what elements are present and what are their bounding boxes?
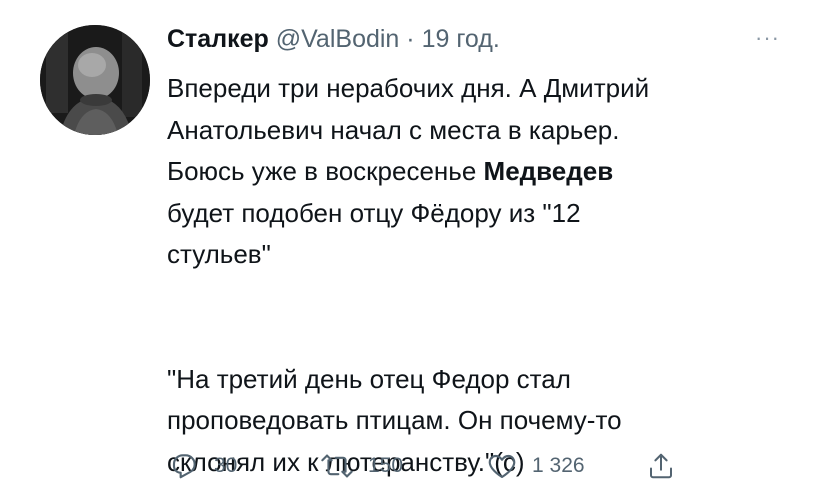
separator: · [406, 25, 415, 53]
tweet-header: Сталкер @ValBodin · 19 год. [167, 22, 500, 56]
timestamp[interactable]: 19 год. [422, 25, 500, 53]
avatar[interactable] [40, 25, 150, 135]
tweet-text-line: "На третий день отец Федор стал [167, 363, 571, 394]
like-button[interactable]: 1 326 [486, 446, 585, 486]
share-button[interactable] [646, 446, 676, 486]
tweet-text-line: Впереди три нерабочих дня. А Дмитрий [167, 73, 650, 103]
tweet-text-line: проповедовать птицам. Он почему-то [167, 405, 622, 435]
tweet-card: Сталкер @ValBodin · 19 год. ··· Впереди … [0, 0, 828, 498]
tweet-text-segment: Боюсь уже в воскресенье [167, 156, 484, 186]
reply-icon [172, 454, 196, 479]
reply-count: 30 [214, 454, 238, 477]
heart-icon [488, 454, 516, 478]
reply-button[interactable]: 30 [168, 446, 237, 486]
tweet-text-line: Анатольевич начал с места в карьер. [167, 114, 620, 145]
tweet-text: Впереди три нерабочих дня. А Дмитрий Ана… [167, 68, 787, 483]
share-icon [650, 453, 672, 479]
avatar-image [40, 25, 150, 135]
like-count: 1 326 [532, 454, 585, 477]
tweet-text-bold: Медведев [483, 156, 614, 186]
tweet-text-line: стульев" [167, 239, 271, 269]
retweet-button[interactable]: 150 [320, 446, 403, 486]
author-handle[interactable]: @ValBodin [276, 25, 400, 53]
more-options-icon[interactable]: ··· [755, 27, 780, 49]
retweet-count: 150 [368, 454, 404, 477]
tweet-text-line: будет подобен отцу Фёдору из "12 [167, 197, 581, 228]
author-name[interactable]: Сталкер [167, 25, 269, 53]
retweet-icon [321, 454, 353, 478]
tweet-text-line: Боюсь уже в воскресенье Медведев [167, 151, 787, 193]
action-bar: 30 150 1 326 [168, 446, 688, 486]
